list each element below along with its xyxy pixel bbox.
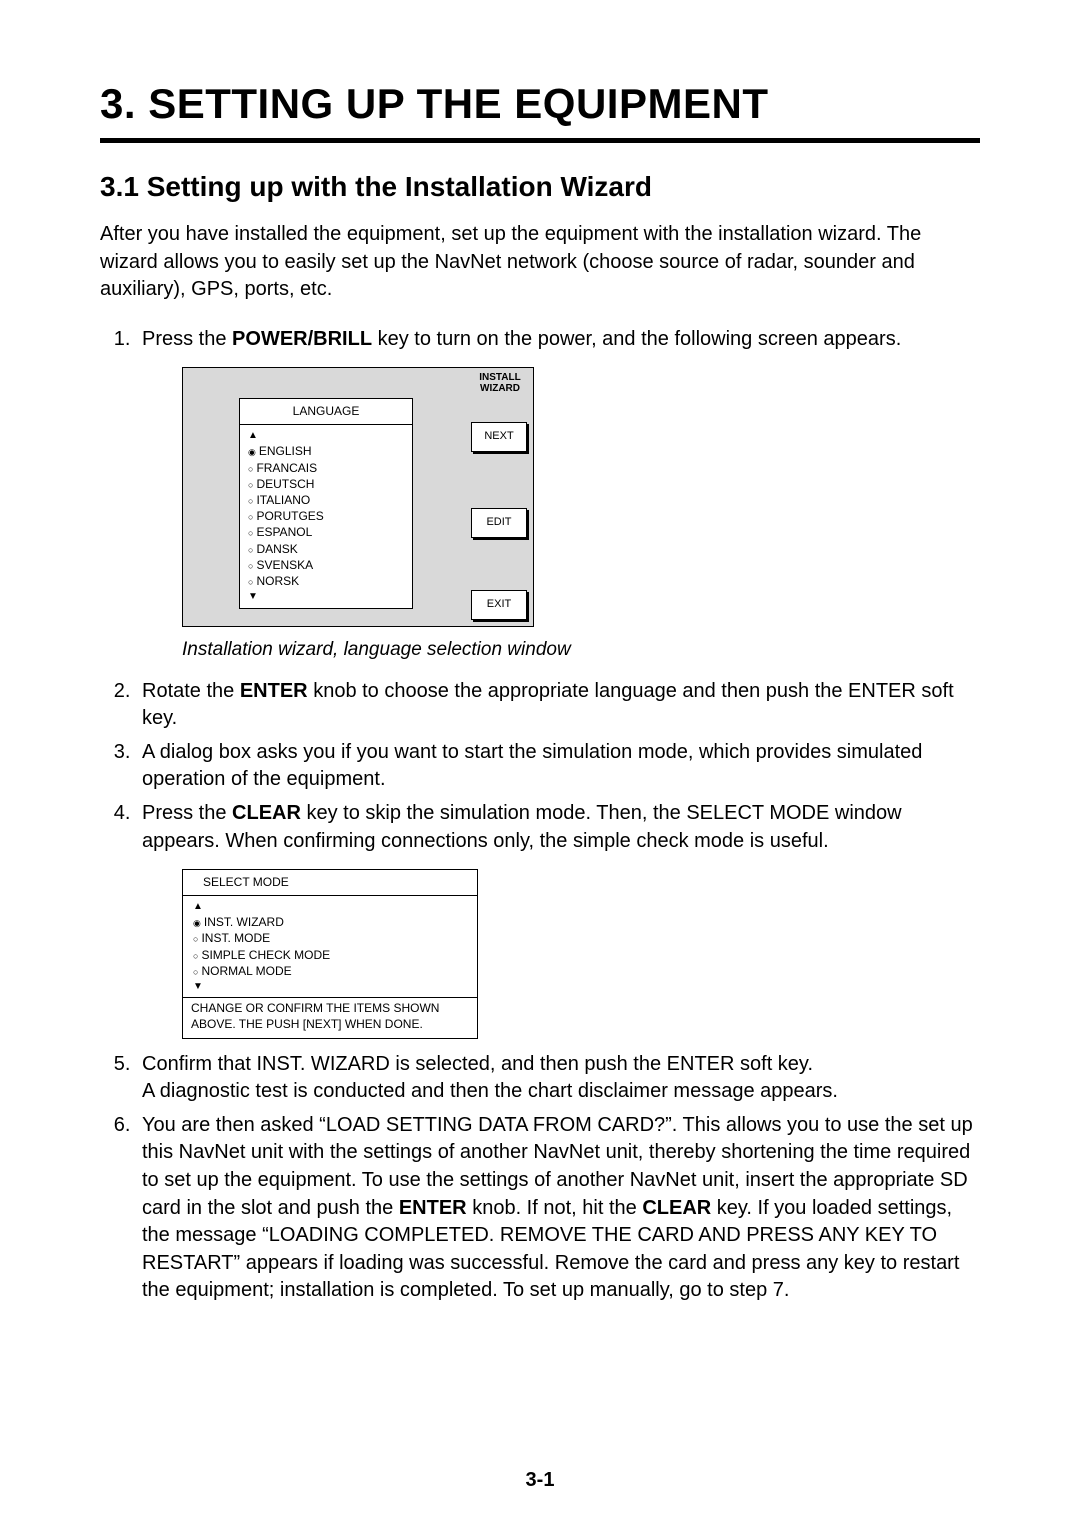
mode-option[interactable]: SIMPLE CHECK MODE [193, 947, 467, 963]
language-option[interactable]: ITALIANO [248, 492, 404, 508]
key-label: ENTER [399, 1197, 467, 1219]
mode-list[interactable]: ▲ INST. WIZARD INST. MODE SIMPLE CHECK M… [183, 896, 477, 999]
key-label: POWER/BRILL [232, 328, 372, 350]
language-option[interactable]: DEUTSCH [248, 476, 404, 492]
text: INSTALL [479, 372, 520, 383]
chapter-title: 3. SETTING UP THE EQUIPMENT [100, 80, 980, 128]
key-label: ENTER [240, 680, 308, 702]
next-button[interactable]: NEXT [471, 422, 527, 451]
select-mode-figure: SELECT MODE ▲ INST. WIZARD INST. MODE SI… [182, 869, 478, 1038]
step-list: Press the POWER/BRILL key to turn on the… [100, 326, 980, 1305]
divider [100, 138, 980, 143]
language-option[interactable]: FRANCAIS [248, 460, 404, 476]
text: CHANGE OR CONFIRM THE ITEMS SHOWN [191, 1001, 439, 1015]
key-label: CLEAR [232, 802, 301, 824]
select-mode-title: SELECT MODE [183, 870, 477, 896]
mode-option[interactable]: INST. MODE [193, 930, 467, 946]
language-option[interactable]: PORUTGES [248, 508, 404, 524]
language-option[interactable]: ENGLISH [248, 443, 404, 459]
language-option[interactable]: ESPANOL [248, 524, 404, 540]
language-list[interactable]: ▲ ENGLISH FRANCAIS DEUTSCH ITALIANO PORU… [239, 425, 413, 609]
text: Press the [142, 328, 232, 350]
page: 3. SETTING UP THE EQUIPMENT 3.1 Setting … [0, 0, 1080, 1528]
language-title: LANGUAGE [239, 398, 413, 425]
language-option[interactable]: DANSK [248, 541, 404, 557]
step-4: Press the CLEAR key to skip the simulati… [136, 800, 980, 1039]
text: Rotate the [142, 680, 240, 702]
key-label: CLEAR [642, 1197, 711, 1219]
edit-button[interactable]: EDIT [471, 508, 527, 537]
exit-button[interactable]: EXIT [471, 590, 527, 619]
figure-caption: Installation wizard, language selection … [182, 637, 980, 663]
page-number: 3-1 [0, 1469, 1080, 1492]
section-title: 3.1 Setting up with the Installation Wiz… [100, 171, 980, 203]
text: WIZARD [480, 383, 520, 394]
language-wizard-figure: INSTALL WIZARD NEXT EDIT EXIT LANGUAGE ▲… [182, 367, 534, 627]
install-wizard-label: INSTALL WIZARD [473, 372, 527, 394]
step-5: Confirm that INST. WIZARD is selected, a… [136, 1051, 980, 1106]
mode-option[interactable]: INST. WIZARD [193, 914, 467, 930]
language-option[interactable]: NORSK [248, 573, 404, 589]
step-2: Rotate the ENTER knob to choose the appr… [136, 678, 980, 733]
step-1: Press the POWER/BRILL key to turn on the… [136, 326, 980, 664]
scroll-down-icon[interactable]: ▼ [248, 590, 404, 604]
scroll-up-icon[interactable]: ▲ [248, 429, 404, 443]
text: key to turn on the power, and the follow… [372, 328, 901, 350]
scroll-up-icon[interactable]: ▲ [193, 900, 467, 914]
text: Press the [142, 802, 232, 824]
step-3: A dialog box asks you if you want to sta… [136, 739, 980, 794]
text: knob. If not, hit the [467, 1197, 643, 1219]
step-6: You are then asked “LOAD SETTING DATA FR… [136, 1112, 980, 1305]
text: Confirm that INST. WIZARD is selected, a… [142, 1053, 813, 1075]
text: ABOVE. THE PUSH [NEXT] WHEN DONE. [191, 1017, 423, 1031]
mode-option[interactable]: NORMAL MODE [193, 963, 467, 979]
language-panel: LANGUAGE ▲ ENGLISH FRANCAIS DEUTSCH ITAL… [239, 398, 413, 608]
intro-paragraph: After you have installed the equipment, … [100, 221, 980, 304]
scroll-down-icon[interactable]: ▼ [193, 980, 467, 994]
instruction-text: CHANGE OR CONFIRM THE ITEMS SHOWN ABOVE.… [183, 998, 477, 1037]
text: A diagnostic test is conducted and then … [142, 1080, 838, 1102]
language-option[interactable]: SVENSKA [248, 557, 404, 573]
